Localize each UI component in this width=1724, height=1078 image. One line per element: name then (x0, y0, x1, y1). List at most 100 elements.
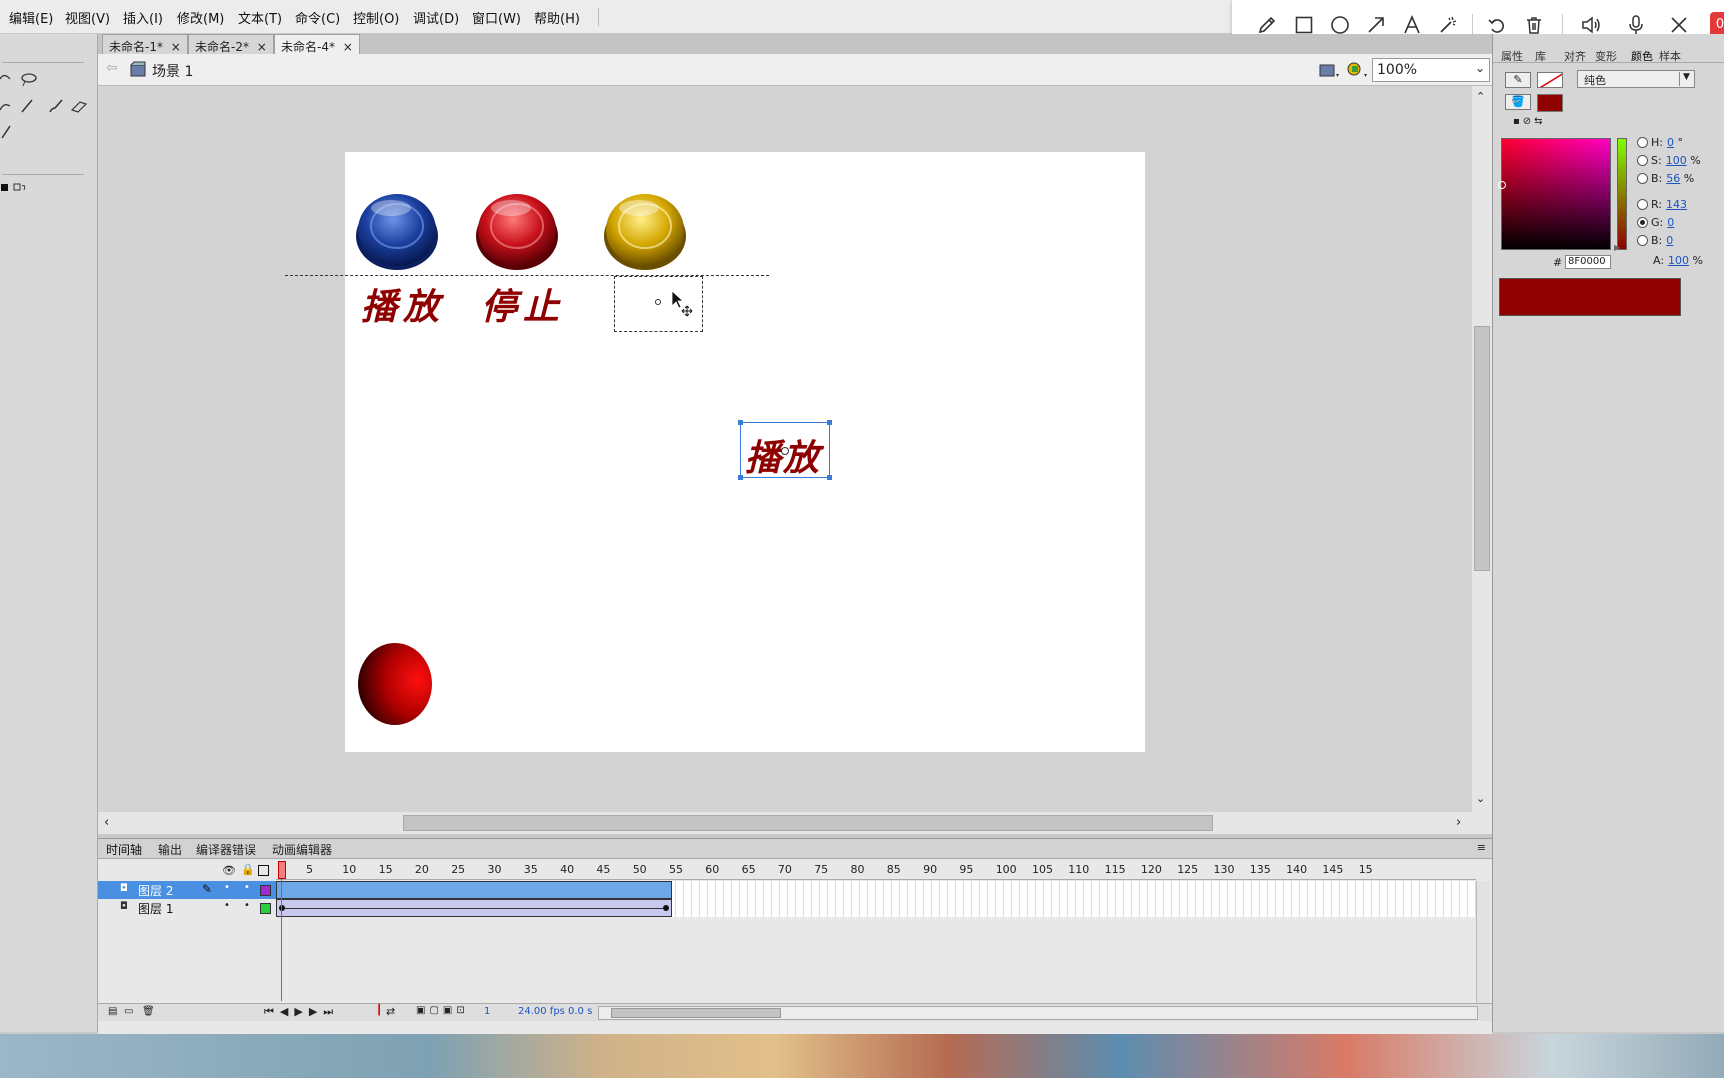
delete-layer-icon[interactable]: 🗑 (142, 1006, 155, 1017)
lock-icon[interactable]: 🔒 (241, 863, 255, 876)
layer-name[interactable]: 图层 2 (138, 882, 173, 899)
layer-color-swatch[interactable] (260, 885, 271, 896)
close-icon[interactable]: × (171, 40, 181, 54)
blue-row[interactable]: B: 0 (1637, 234, 1673, 247)
selection-handle[interactable] (738, 420, 743, 425)
red-row[interactable]: R: 143 (1637, 198, 1687, 211)
saturation-value[interactable]: 100 (1666, 154, 1687, 167)
stop-label[interactable]: 停止 (481, 278, 565, 330)
scroll-thumb[interactable] (1474, 326, 1490, 571)
slider-handle[interactable]: ▶ (1614, 243, 1620, 252)
menu-modify[interactable]: 修改(M) (177, 8, 224, 27)
zoom-select[interactable]: 100% ⌄ (1372, 58, 1490, 82)
loop-icon[interactable]: ⇄ (386, 1005, 395, 1018)
layer-1-tween-span[interactable] (276, 899, 672, 917)
playhead[interactable] (278, 861, 286, 879)
yellow-button[interactable] (601, 190, 689, 272)
brightness-radio[interactable] (1637, 173, 1648, 184)
saturation-radio[interactable] (1637, 155, 1648, 166)
close-icon[interactable]: × (257, 40, 267, 54)
doc-tab-4[interactable]: 未命名-4* × (274, 34, 360, 54)
saturation-row[interactable]: S: 100 % (1637, 154, 1701, 167)
red-radio[interactable] (1637, 199, 1648, 210)
red-ball[interactable] (357, 642, 433, 726)
selection-handle[interactable] (827, 475, 832, 480)
fill-type-select[interactable]: 纯色 ▼ (1577, 70, 1695, 88)
scroll-thumb[interactable] (611, 1008, 781, 1018)
outline-icon[interactable] (258, 865, 269, 876)
panel-menu-icon[interactable]: ≡ (1477, 841, 1486, 854)
stage[interactable]: 播放 停止 播放 (345, 152, 1145, 752)
swap-colors-icon[interactable]: ▪⊘⇆ (1513, 116, 1546, 127)
hue-row[interactable]: H: 0 ° (1637, 136, 1683, 149)
lock-dot[interactable]: • (244, 882, 250, 893)
onion-skin-icon[interactable]: ▣▢▣⊡ (416, 1005, 469, 1016)
green-row[interactable]: G: 0 (1637, 216, 1674, 229)
play-label[interactable]: 播放 (361, 278, 445, 330)
tab-timeline[interactable]: 时间轴 (106, 841, 142, 858)
green-value[interactable]: 0 (1667, 216, 1674, 229)
layer-color-swatch[interactable] (260, 903, 271, 914)
swap-colors-icon[interactable] (0, 180, 30, 196)
hue-radio[interactable] (1637, 137, 1648, 148)
brightness-row[interactable]: B: 56 % (1637, 172, 1694, 185)
playback-controls-icon[interactable]: ⏮◀▶▶⏭ (264, 1005, 339, 1019)
menu-window[interactable]: 窗口(W) (472, 8, 521, 27)
frame-ruler[interactable]: 15 10 15 20 25 30 35 40 45 50 55 60 65 70 75 80 85 90 95 10… (276, 860, 1476, 880)
layer-row-1[interactable]: ◘ 图层 1 • • (98, 899, 276, 917)
elapsed-time[interactable]: 0.0 s (568, 1006, 592, 1017)
alpha-value[interactable]: 100 (1668, 254, 1689, 267)
edit-symbol-icon[interactable] (1346, 60, 1368, 80)
new-folder-icon[interactable]: ▭ (124, 1006, 133, 1017)
edit-scene-icon[interactable] (1318, 60, 1340, 80)
menu-insert[interactable]: 插入(I) (123, 8, 163, 27)
keyframe[interactable] (663, 905, 669, 911)
center-frame-icon[interactable]: ┃ (376, 1005, 382, 1016)
blue-value[interactable]: 0 (1666, 234, 1673, 247)
red-value[interactable]: 143 (1666, 198, 1687, 211)
brightness-slider[interactable]: ▶ (1614, 138, 1627, 252)
selected-text[interactable]: 播放 (745, 429, 821, 481)
selected-text-box[interactable]: 播放 (738, 420, 832, 481)
doc-tab-2[interactable]: 未命名-2* × (188, 34, 274, 54)
menu-commands[interactable]: 命令(C) (295, 8, 340, 27)
close-icon[interactable]: × (343, 40, 353, 54)
brush-tools-icon[interactable] (0, 96, 90, 116)
eye-icon[interactable]: 👁 (222, 864, 236, 877)
color-picker-field[interactable] (1498, 138, 1611, 250)
tab-output[interactable]: 输出 (158, 841, 182, 858)
scroll-left-icon[interactable]: ‹ (104, 815, 109, 830)
fill-color-swatch[interactable] (1537, 94, 1563, 112)
lock-dot[interactable]: • (244, 900, 250, 911)
green-radio[interactable] (1637, 217, 1648, 228)
hue-value[interactable]: 0 (1667, 136, 1674, 149)
tab-compiler-errors[interactable]: 编译器错误 (196, 841, 256, 858)
back-arrow-icon[interactable]: ⇦ (106, 60, 118, 76)
new-layer-icon[interactable]: ▤ (108, 1006, 117, 1017)
brightness-value[interactable]: 56 (1666, 172, 1680, 185)
scroll-up-icon[interactable]: ⌃ (1476, 90, 1485, 103)
hex-input[interactable]: 8F0000 (1565, 255, 1611, 269)
blue-button[interactable] (353, 190, 441, 272)
keyframe[interactable] (279, 905, 285, 911)
scroll-down-icon[interactable]: ⌄ (1476, 792, 1485, 805)
layer-name[interactable]: 图层 1 (138, 900, 173, 917)
menu-help[interactable]: 帮助(H) (534, 8, 580, 27)
stroke-none-swatch[interactable] (1537, 72, 1563, 88)
menu-control[interactable]: 控制(O) (353, 8, 399, 27)
selection-handle[interactable] (827, 420, 832, 425)
scene-label[interactable]: 场景 1 (152, 61, 193, 81)
visibility-dot[interactable]: • (224, 900, 230, 911)
lasso-icon[interactable] (0, 70, 40, 88)
tab-motion-editor[interactable]: 动画编辑器 (272, 841, 332, 858)
layer-2-frame-span[interactable] (276, 881, 672, 899)
current-frame[interactable]: 1 (484, 1006, 490, 1017)
red-button[interactable] (473, 190, 561, 272)
timeline-vscroll[interactable] (1476, 881, 1490, 1003)
timeline-hscroll[interactable] (598, 1006, 1478, 1020)
fill-bucket-icon[interactable]: 🪣 (1505, 94, 1531, 110)
scroll-right-icon[interactable]: › (1456, 815, 1461, 830)
menu-view[interactable]: 视图(V) (65, 8, 110, 27)
vertical-scrollbar[interactable]: ⌃ ⌄ (1472, 86, 1492, 812)
visibility-dot[interactable]: • (224, 882, 230, 893)
